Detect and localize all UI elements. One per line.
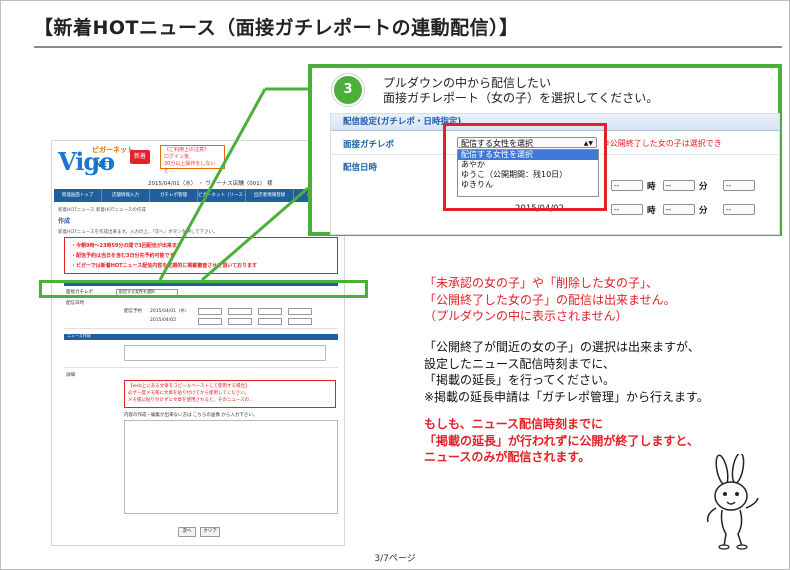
hour-select-mini[interactable] xyxy=(198,318,222,325)
nav-item[interactable]: 管理画面トップ xyxy=(54,189,102,202)
para-line: もしも、ニュース配信時刻までに xyxy=(424,417,604,431)
datetime-row: 配信日時 配信予約 2015/04/01（水） 2015/04/02 xyxy=(64,298,338,329)
title-divider xyxy=(34,46,782,48)
hour-select-value: -- xyxy=(726,182,732,190)
notice-line: 30分以上操作をしないと... xyxy=(164,161,216,174)
hour-select[interactable]: -- xyxy=(723,204,755,215)
paste-warning-line: 必ず一度メモ帳に文章を貼り付けてから使用してください。 xyxy=(128,391,250,396)
page-title: 【新着HOTニュース（面接ガチレポートの連動配信）】 xyxy=(34,17,519,39)
hour-select[interactable]: -- xyxy=(611,180,643,191)
instruction-line: 面接ガチレポート（女の子）を選択してください。 xyxy=(383,91,659,105)
next-button[interactable]: 次へ xyxy=(178,527,196,537)
paste-warning: 【web上にある文章をコピー＆ペーストして使用する場合】 必ず一度メモ帳に文章を… xyxy=(124,380,336,408)
minute-select-mini[interactable] xyxy=(228,318,252,325)
date-option-2: 2015/04/02 xyxy=(150,318,176,323)
hour-select-value: -- xyxy=(726,206,732,214)
nav-item[interactable]: ガチレポ管理 xyxy=(150,189,198,202)
section-heading: 作成 xyxy=(58,218,71,225)
warning-line: ・配信予約は当日を含む3日分先予約可能です xyxy=(71,253,175,259)
ended-girl-note: ※公開終了した女の子は選択でき xyxy=(603,139,722,148)
hour-select-mini[interactable] xyxy=(258,318,282,325)
body-label: 詳細 xyxy=(66,373,75,378)
screenshot-thumbnail: Vigo ビガーネット NET 新着 《ご利用上の注意》 ログイン後、 30分以… xyxy=(51,140,345,546)
gachirepo-label: 面接ガチレポ xyxy=(343,140,395,150)
hour-select-mini[interactable] xyxy=(258,308,282,315)
instruction-line: プルダウンの中から配信したい xyxy=(383,76,552,90)
minute-select-mini[interactable] xyxy=(228,308,252,315)
hour-select-value: -- xyxy=(614,206,620,214)
explanation-para1: 「未承認の女の子」や「削除した女の子」、 「公開終了した女の子」の配信は出来ませ… xyxy=(424,275,676,325)
radio-label[interactable]: 配信予約 xyxy=(124,308,142,314)
body-textarea[interactable] xyxy=(124,420,338,514)
nav-item[interactable]: 店舗情報入力 xyxy=(102,189,150,202)
paste-warning-line: メモ帳に貼り付けずに文章を使用されると、そのニュースの... xyxy=(128,398,254,403)
hour-label: 時 xyxy=(647,206,656,216)
nav-item[interactable]: 出店者情報登録 xyxy=(246,189,294,202)
date-option-1: 2015/04/01（水） xyxy=(150,309,190,314)
datetime-label: 配信日時 xyxy=(343,163,378,173)
warning-box: ・今朝9時〜23時59分の間で3回配信が出来ます ・配信予約は当日を含む3日分先… xyxy=(64,237,338,274)
title-input[interactable] xyxy=(124,345,326,361)
para-line: 「公開終了が間近の女の子」の選択は出来ますが、 xyxy=(424,340,700,354)
minute-select-mini[interactable] xyxy=(288,318,312,325)
highlight-gachirepo-row xyxy=(39,280,368,298)
step-number-badge: 3 xyxy=(332,74,364,106)
store-dateline: 2015/04/01（水） ・ ヴィーナス店舗（001） 様 xyxy=(148,181,273,187)
notice-line: 《ご利用上の注意》 xyxy=(164,147,210,153)
datetime-label: 配信日時 xyxy=(66,301,84,306)
para-line: （プルダウンの中に表示されません） xyxy=(424,309,628,323)
explanation-para2: 「公開終了が間近の女の子」の選択は出来ますが、 設定したニュース配信時刻までに、… xyxy=(424,339,709,405)
para-line: 「公開終了した女の子」の配信は出来ません。 xyxy=(424,292,676,307)
rabbit-mascot-icon xyxy=(706,454,759,550)
minute-select-value: -- xyxy=(666,182,672,190)
para-line: 設定したニュース配信時刻までに、 xyxy=(424,356,616,371)
para-line: ニュースのみが配信されます。 xyxy=(424,450,591,464)
minute-select[interactable]: -- xyxy=(663,204,695,215)
news-section-bar: ニュース作成 xyxy=(64,333,338,340)
image-upload-note[interactable]: 内容の作成・編集が出来ない方は こちらの画像 から入力下さい。 xyxy=(124,412,257,418)
logo-net: NET xyxy=(95,160,113,169)
hour-select-value: -- xyxy=(614,182,620,190)
usage-notice: 《ご利用上の注意》 ログイン後、 30分以上操作をしないと... xyxy=(160,145,225,174)
news-section-title: ニュース作成 xyxy=(67,333,91,338)
title-row xyxy=(64,341,338,368)
new-badge: 新着 xyxy=(130,150,150,164)
warning-line: ・今朝9時〜23時59分の間で3回配信が出来ます xyxy=(71,243,182,249)
callout-instruction: プルダウンの中から配信したい 面接ガチレポート（女の子）を選択してください。 xyxy=(383,76,658,106)
notice-line: ログイン後、 xyxy=(164,154,195,160)
para-line: 「未承認の女の子」や「削除した女の子」、 xyxy=(424,276,659,290)
dropdown-highlight xyxy=(443,123,607,211)
clear-button[interactable]: クリア xyxy=(200,527,220,537)
minute-label: 分 xyxy=(699,206,708,216)
main-nav: 管理画面トップ 店舗情報入力 ガチレポ管理 ビガーネット（リース・ガチレポ含む）… xyxy=(54,189,342,202)
minute-select[interactable]: -- xyxy=(663,180,695,191)
explanation-para3: もしも、ニュース配信時刻までに 「掲載の延長」が行われずに公開が終了しますと、 … xyxy=(424,416,699,466)
intro-text: 新着HOTニュースを作成出来ます。入力の上、「次へ」ボタンを押して下さい。 xyxy=(58,230,218,235)
page-number: 3/7ページ xyxy=(374,554,416,564)
hour-select-mini[interactable] xyxy=(198,308,222,315)
breadcrumb: 新着HOTニュース 新着HOTニュースの作成 xyxy=(58,208,146,213)
hour-label: 時 xyxy=(647,182,656,192)
minute-label: 分 xyxy=(699,182,708,192)
paste-warning-line: 【web上にある文章をコピー＆ペーストして使用する場合】 xyxy=(128,384,250,389)
logo-subtitle: ビガーネット xyxy=(92,146,134,154)
hour-select[interactable]: -- xyxy=(611,204,643,215)
nav-item[interactable]: ビガーネット（リース・ガチレポ含む） xyxy=(198,189,246,202)
para-line: 「掲載の延長」を行ってください。 xyxy=(424,373,616,387)
hour-select[interactable]: -- xyxy=(723,180,755,191)
para-line: ※掲載の延長申請は「ガチレポ管理」から行えます。 xyxy=(424,389,709,404)
body-row: 詳細 【web上にある文章をコピー＆ペーストして使用する場合】 必ず一度メモ帳に… xyxy=(64,368,338,518)
minute-select-value: -- xyxy=(666,206,672,214)
warning-line: ・ビガーでは新着HOTニュース配信内容を定期的に掲載審査させて頂いております xyxy=(71,263,257,269)
minute-select-mini[interactable] xyxy=(288,308,312,315)
para-line: 「掲載の延長」が行われずに公開が終了しますと、 xyxy=(424,433,699,448)
